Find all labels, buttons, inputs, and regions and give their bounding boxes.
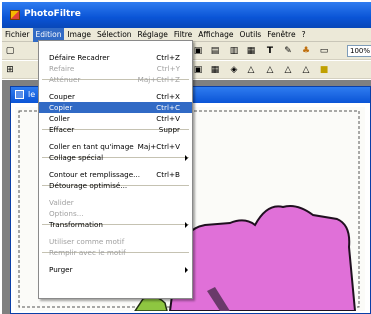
window-icon[interactable]: ▭ bbox=[318, 45, 330, 57]
edit-menu-item-defaire-recadrer[interactable]: Défaire Recadrer Ctrl+Z bbox=[39, 52, 192, 63]
filter-icon[interactable]: ⊞ bbox=[4, 64, 16, 76]
save-icon[interactable]: ▣ bbox=[192, 45, 204, 57]
print-icon[interactable]: ▤ bbox=[209, 45, 221, 57]
menu-[interactable]: ? bbox=[299, 28, 309, 42]
grayscale-icon[interactable]: ▣ bbox=[192, 64, 204, 76]
menu-item-label: Transformation bbox=[49, 220, 103, 229]
document-title: le bbox=[28, 90, 36, 99]
menu-outils[interactable]: Outils bbox=[237, 28, 265, 42]
menu-item-shortcut: Ctrl+X bbox=[156, 92, 180, 101]
menu-affichage[interactable]: Affichage bbox=[195, 28, 236, 42]
edit-menu-item-coller-en-tant-qu-image[interactable]: Coller en tant qu'image Maj+Ctrl+V bbox=[39, 141, 192, 152]
menu-item-shortcut: Ctrl+V bbox=[156, 114, 180, 123]
edit-menu-item-copier[interactable]: Copier Ctrl+C bbox=[39, 102, 192, 113]
submenu-arrow-icon bbox=[185, 155, 188, 161]
document-icon bbox=[15, 90, 24, 99]
edit-menu-item-options[interactable]: Options... bbox=[39, 208, 192, 219]
edit-menu-item-contour-et-remplissage[interactable]: Contour et remplissage... Ctrl+B bbox=[39, 169, 192, 180]
menu-item-shortcut: Ctrl+Z bbox=[156, 53, 180, 62]
edit-menu-item-detourage-optimise[interactable]: Détourage optimisé... bbox=[39, 180, 192, 191]
triangle-tool-4-icon[interactable]: △ bbox=[300, 64, 312, 76]
menu-fichier[interactable]: Fichier bbox=[2, 28, 33, 42]
edit-menu-item-purger[interactable]: Purger bbox=[39, 264, 192, 275]
submenu-arrow-icon bbox=[185, 267, 188, 273]
menu-item-shortcut: Ctrl+Y bbox=[156, 64, 180, 73]
menu-item-label: Copier bbox=[49, 103, 73, 112]
menu-item-label: Remplir avec le motif bbox=[49, 248, 126, 257]
edit-menu-item-utiliser-comme-motif[interactable]: Utiliser comme motif bbox=[39, 236, 192, 247]
new-document-icon[interactable]: ▢ bbox=[4, 45, 16, 57]
menu-item-label: Couper bbox=[49, 92, 75, 101]
app-titlebar: PhotoFiltre bbox=[2, 2, 371, 28]
zoom-field[interactable]: 100% bbox=[347, 45, 371, 57]
menu-item-shortcut: Ctrl+B bbox=[156, 170, 180, 179]
menu-item-label: Utiliser comme motif bbox=[49, 237, 125, 246]
layer-icon[interactable]: ▦ bbox=[245, 45, 257, 57]
menu-item-label: Collage spécial bbox=[49, 153, 104, 162]
menu-item-label: Défaire Recadrer bbox=[49, 53, 110, 62]
brush-icon[interactable]: ✎ bbox=[282, 45, 294, 57]
app-title: PhotoFiltre bbox=[24, 9, 81, 19]
menu-item-shortcut: Suppr bbox=[158, 125, 180, 134]
menu-item-label: Valider bbox=[49, 198, 74, 207]
edit-menu-item-valider[interactable]: Valider bbox=[39, 197, 192, 208]
text-tool-icon[interactable]: T bbox=[264, 45, 276, 57]
menu-item-label: Purger bbox=[49, 265, 73, 274]
image-info-icon[interactable]: ▥ bbox=[228, 45, 240, 57]
sharpen-icon[interactable]: ◈ bbox=[228, 64, 240, 76]
menu-item-shortcut: Maj+Ctrl+Z bbox=[137, 75, 180, 84]
edit-menu-item-coller[interactable]: Coller Ctrl+V bbox=[39, 113, 192, 124]
menu-item-shortcut: Maj+Ctrl+V bbox=[137, 142, 180, 151]
edit-menu-item-transformation[interactable]: Transformation bbox=[39, 219, 192, 230]
menu-item-label: Effacer bbox=[49, 125, 75, 134]
menu-item-label: Contour et remplissage... bbox=[49, 170, 141, 179]
edit-menu-item-couper[interactable]: Couper Ctrl+X bbox=[39, 91, 192, 102]
edit-dropdown-menu: Défaire Recadrer Ctrl+Z Refaire Ctrl+Y Attén… bbox=[38, 40, 193, 299]
bucket-icon[interactable]: ♣ bbox=[300, 45, 312, 57]
menu-item-label: Coller bbox=[49, 114, 70, 123]
color-tool-icon[interactable]: ■ bbox=[318, 64, 330, 76]
edit-menu-item-refaire[interactable]: Refaire Ctrl+Y bbox=[39, 63, 192, 74]
edit-menu-item-remplir-avec-le-motif[interactable]: Remplir avec le motif bbox=[39, 247, 192, 258]
triangle-tool-icon[interactable]: △ bbox=[245, 64, 257, 76]
menu-item-label: Atténuer bbox=[49, 75, 81, 84]
submenu-arrow-icon bbox=[185, 222, 188, 228]
edit-menu-item-effacer[interactable]: Effacer Suppr bbox=[39, 124, 192, 135]
edit-menu-item-attenuer[interactable]: Atténuer Maj+Ctrl+Z bbox=[39, 74, 192, 85]
menu-item-label: Options... bbox=[49, 209, 84, 218]
edit-menu-item-collage-special[interactable]: Collage spécial bbox=[39, 152, 192, 163]
menu-item-shortcut: Ctrl+C bbox=[156, 103, 180, 112]
menu-item-label: Refaire bbox=[49, 64, 75, 73]
menu-item-label: Détourage optimisé... bbox=[49, 181, 128, 190]
triangle-tool-3-icon[interactable]: △ bbox=[282, 64, 294, 76]
photofiltre-logo-icon bbox=[10, 10, 20, 20]
triangle-tool-2-icon[interactable]: △ bbox=[264, 64, 276, 76]
contrast-icon[interactable]: ▦ bbox=[209, 64, 221, 76]
menu-fenetre[interactable]: Fenêtre bbox=[264, 28, 298, 42]
menu-item-label: Coller en tant qu'image bbox=[49, 142, 134, 151]
